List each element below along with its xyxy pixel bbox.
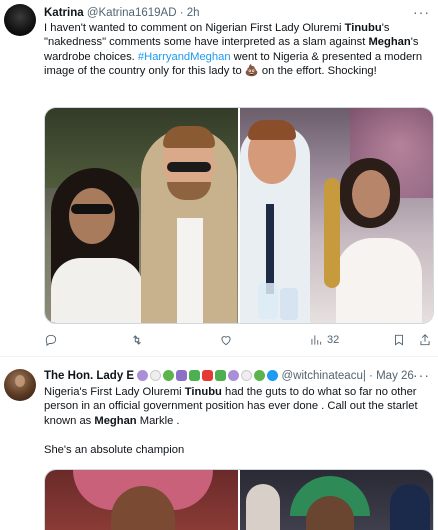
like-button[interactable] xyxy=(219,333,237,347)
tweet-media[interactable] xyxy=(44,469,434,530)
text-segment: She's an absolute champion xyxy=(44,443,185,456)
views-button[interactable]: 32 xyxy=(309,333,339,347)
media-photo-right[interactable] xyxy=(240,470,433,530)
share-icon xyxy=(420,334,430,346)
tweet-header: Katrina @Katrina1619AD · 2h xyxy=(44,6,200,20)
reply-button[interactable] xyxy=(44,333,62,347)
hashtag-link[interactable]: #HarryandMeghan xyxy=(138,51,231,63)
media-photo-left[interactable] xyxy=(45,470,238,530)
retweet-icon xyxy=(133,335,141,345)
bold-keyword: Meghan xyxy=(368,36,411,49)
avatar[interactable] xyxy=(4,369,36,401)
white-heart-icon xyxy=(241,370,253,381)
heart-icon xyxy=(221,336,231,346)
bookmark-button[interactable] xyxy=(392,333,406,347)
text-segment: on the effort. Shocking! xyxy=(258,65,377,78)
text-segment: Nigeria's First Lady Oluremi xyxy=(44,386,185,398)
bold-keyword: Tinubu xyxy=(184,386,222,398)
separator-dot: · xyxy=(369,370,373,382)
poop-emoji: 💩 xyxy=(244,65,259,78)
gemini-sign-icon xyxy=(176,370,188,381)
media-photo-left[interactable] xyxy=(45,108,238,323)
text-segment: Markle . xyxy=(136,414,180,427)
views-count: 32 xyxy=(327,334,340,346)
bold-keyword: Tinubu xyxy=(344,22,382,34)
tweet-media[interactable] xyxy=(44,107,434,324)
retweet-button[interactable] xyxy=(130,333,148,347)
tweet-text: Nigeria's First Lady Oluremi Tinubu had … xyxy=(44,385,432,457)
separator-dot: · xyxy=(179,7,184,19)
white-heart-icon xyxy=(150,370,162,381)
bar-chart-icon xyxy=(311,335,322,345)
media-photo-right[interactable] xyxy=(240,108,433,323)
verified-badge-icon xyxy=(267,370,279,381)
bookmark-icon xyxy=(395,334,403,346)
green-square-icon xyxy=(215,370,227,381)
reply-icon xyxy=(45,334,57,347)
user-handle[interactable]: @witchinateacu| xyxy=(282,370,366,382)
tweet-text: I haven't wanted to comment on Nigerian … xyxy=(44,21,432,79)
womens-symbol-icon xyxy=(202,370,214,381)
green-square-icon xyxy=(189,370,201,381)
green-heart-icon xyxy=(254,370,266,381)
tweet-header: The Hon. Lady E @witchinateacu| · May 26 xyxy=(44,369,414,383)
timestamp[interactable]: 2h xyxy=(187,7,200,19)
more-options-icon[interactable]: ··· xyxy=(413,367,430,383)
user-handle[interactable]: @Katrina1619AD xyxy=(87,7,177,19)
green-heart-icon xyxy=(163,370,175,381)
timestamp[interactable]: May 26 xyxy=(376,370,414,382)
tweet[interactable]: Katrina @Katrina1619AD · 2h ··· I haven'… xyxy=(0,0,438,356)
tweet-actions: 32 xyxy=(44,333,432,349)
display-name[interactable]: The Hon. Lady E xyxy=(44,370,134,382)
purple-heart-icon xyxy=(137,370,149,381)
purple-heart-icon xyxy=(228,370,240,381)
text-segment: I haven't wanted to comment on Nigerian … xyxy=(44,22,345,34)
avatar[interactable] xyxy=(4,4,36,36)
share-button[interactable] xyxy=(418,333,432,347)
tweet[interactable]: The Hon. Lady E @witchinateacu| · May 26… xyxy=(0,357,438,530)
more-options-icon[interactable]: ··· xyxy=(413,4,430,20)
bold-keyword: Meghan xyxy=(94,414,137,427)
name-emoji-decorations xyxy=(137,370,279,381)
display-name[interactable]: Katrina xyxy=(44,7,84,19)
